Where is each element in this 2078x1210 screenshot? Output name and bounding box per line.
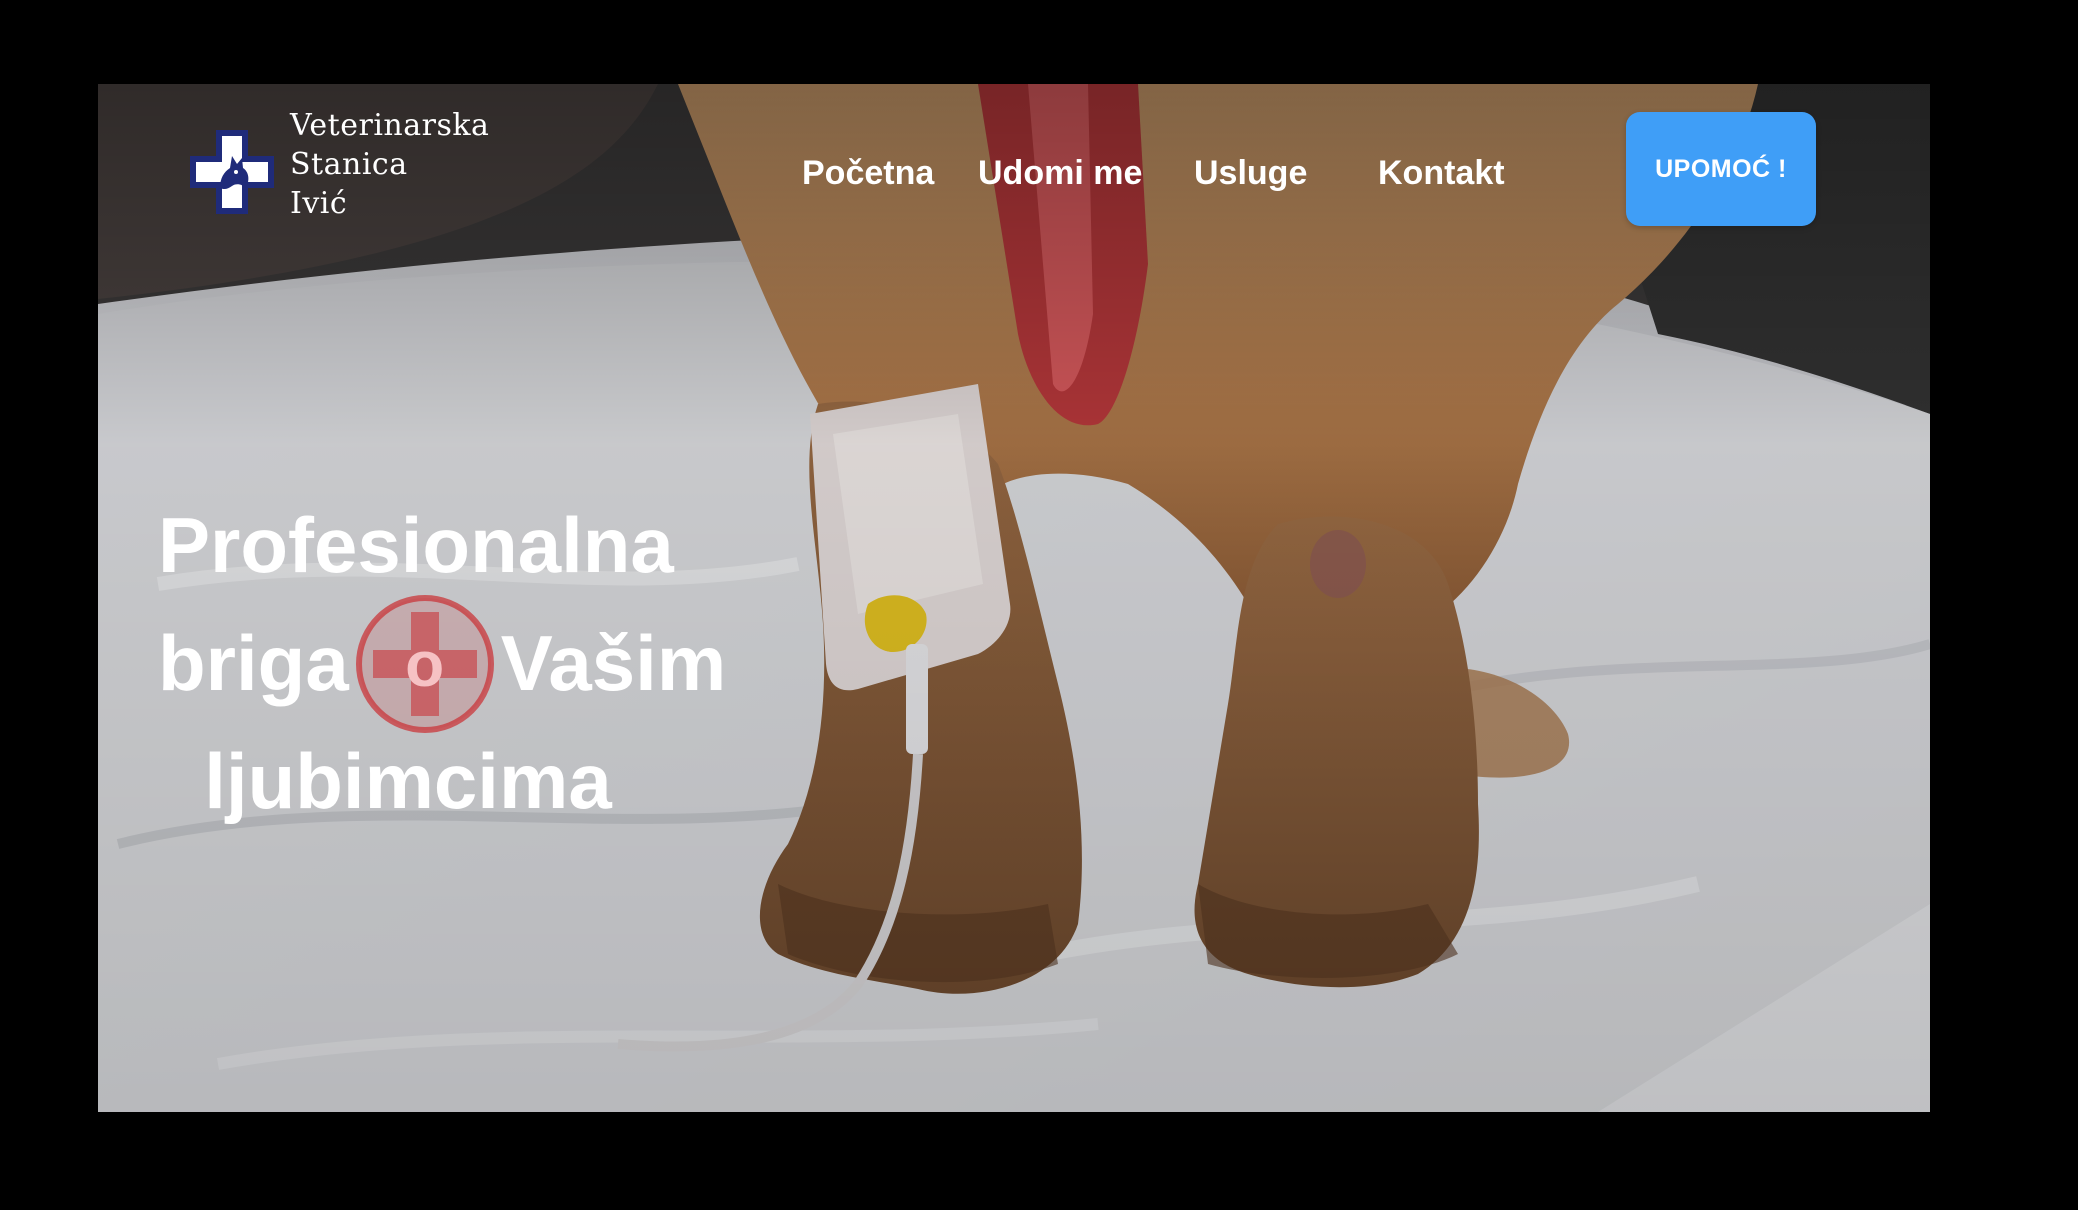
site-header: Veterinarska Stanica Ivić Početna Udomi … xyxy=(98,84,1930,284)
hero-headline: Profesionalna briga o Vašim ljubimcima xyxy=(158,486,726,840)
emergency-help-button[interactable]: UPOMOĆ ! xyxy=(1626,112,1816,226)
brand-logo[interactable]: Veterinarska Stanica Ivić xyxy=(186,106,489,223)
headline-line-2: briga o Vašim xyxy=(158,595,726,734)
brand-name: Veterinarska Stanica Ivić xyxy=(290,106,489,223)
nav-item-udomi-me[interactable]: Udomi me xyxy=(978,148,1142,198)
brand-name-line-2: Stanica xyxy=(290,147,408,182)
red-cross-circle-icon: o xyxy=(355,594,495,734)
headline-line-1: Profesionalna xyxy=(158,501,674,590)
nav-item-kontakt[interactable]: Kontakt xyxy=(1378,148,1505,198)
medical-cross-dog-icon xyxy=(190,130,274,214)
brand-name-line-3: Ivić xyxy=(290,186,348,221)
headline-badge-letter: o xyxy=(405,628,445,701)
hero-section: Veterinarska Stanica Ivić Početna Udomi … xyxy=(98,84,1930,1112)
nav-item-pocetna[interactable]: Početna xyxy=(802,148,934,198)
headline-word-vasim: Vašim xyxy=(500,619,727,708)
brand-name-line-1: Veterinarska xyxy=(290,108,490,143)
nav-item-usluge[interactable]: Usluge xyxy=(1194,148,1307,198)
headline-word-briga: briga xyxy=(158,619,349,708)
headline-line-3: ljubimcima xyxy=(204,737,612,826)
